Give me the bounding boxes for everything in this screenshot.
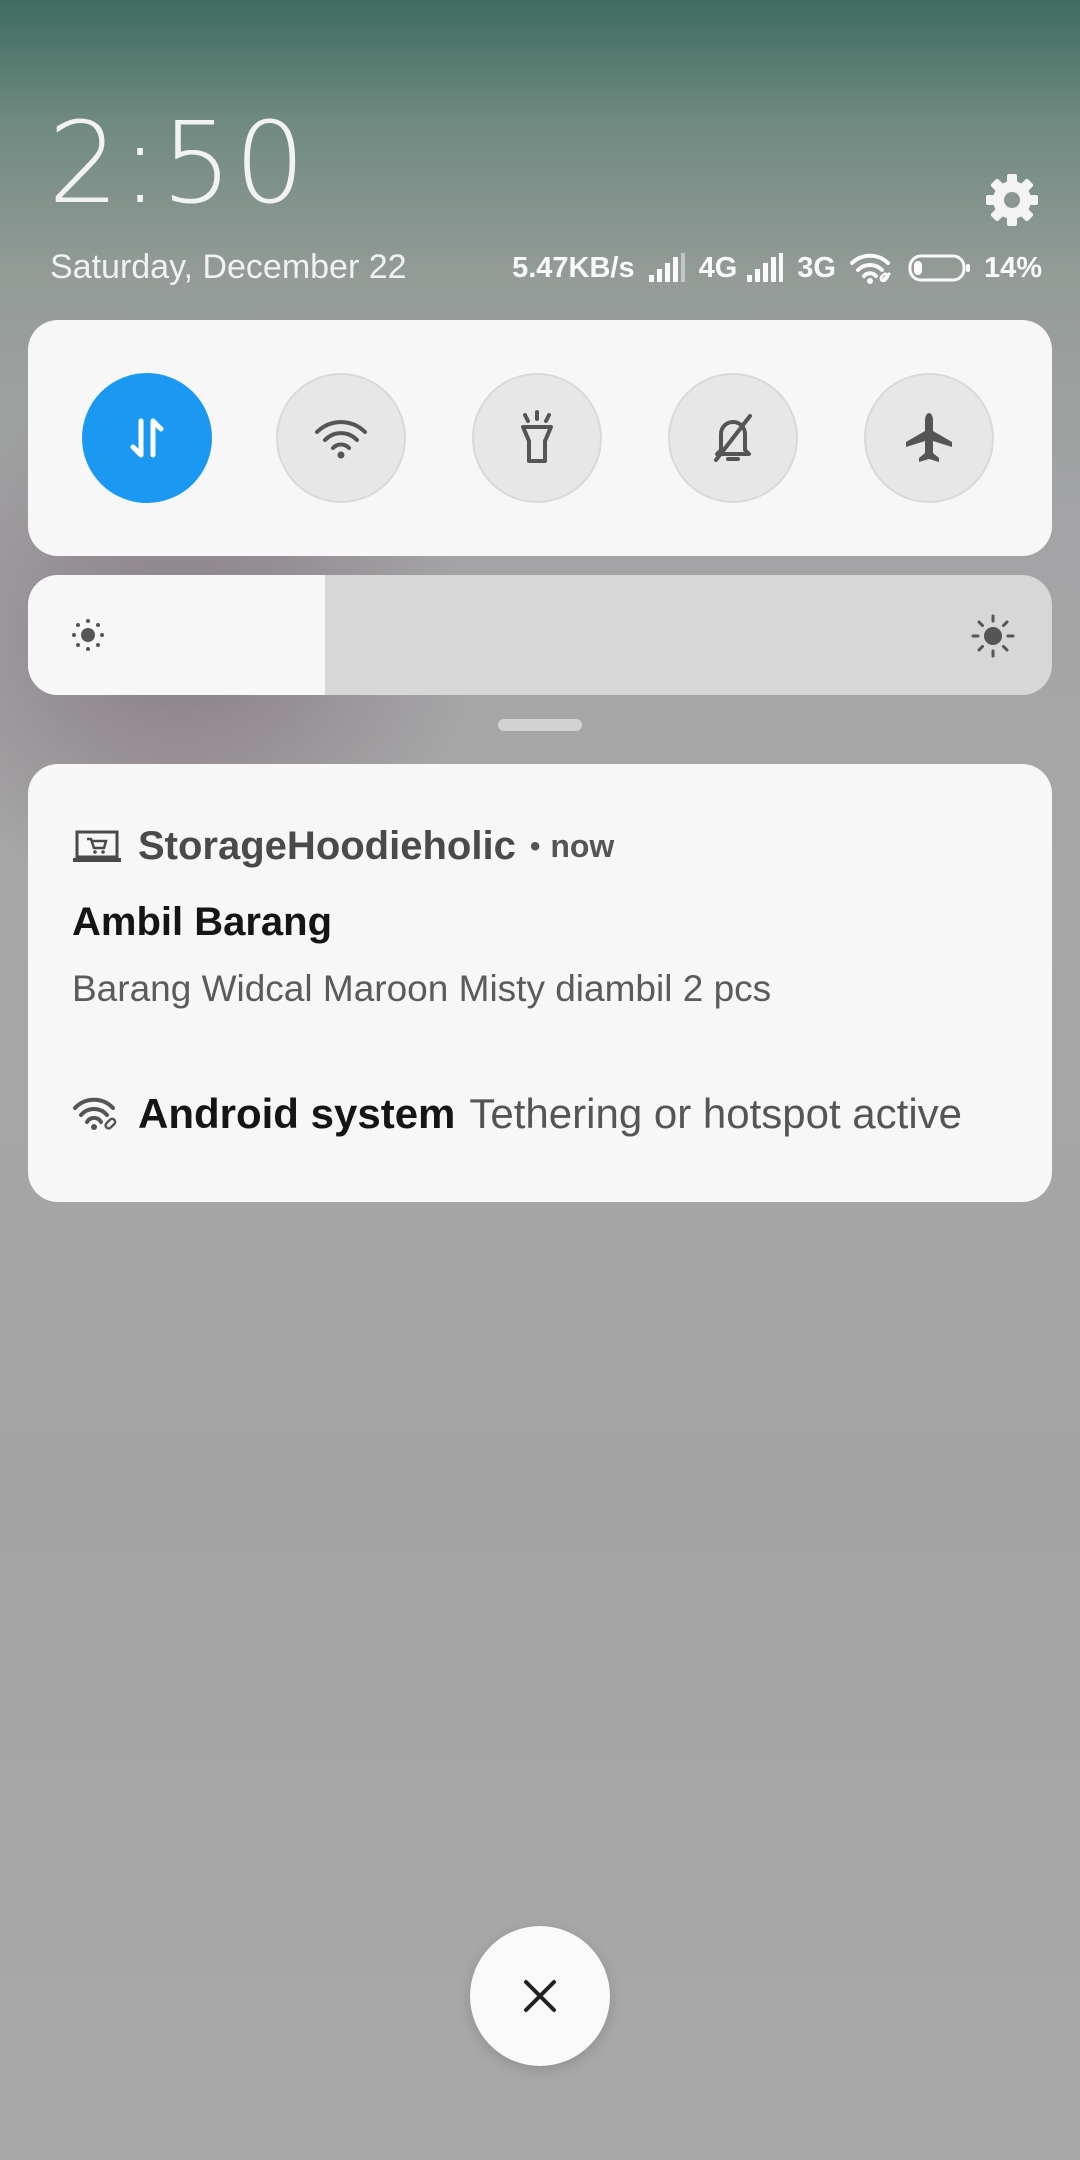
separator-dot: • [529,829,541,863]
network-type-2: 3G [797,251,836,284]
notification-app-name: StorageHoodieholic [138,824,516,868]
notification-body: Barang Widcal Maroon Misty diambil 2 pcs [72,968,772,1009]
network-speed: 5.47KB/s [512,251,635,284]
clear-notifications-button[interactable] [470,1926,610,2066]
battery-percent: 14% [983,251,1042,284]
brightness-slider[interactable] [28,575,1052,695]
network-type-1: 4G [698,251,738,284]
battery-icon [908,254,970,282]
brightness-high-icon [971,614,1015,658]
wifi-hotspot-icon [849,253,892,284]
clock: 2:50 [48,99,308,229]
silent-toggle[interactable] [668,373,798,503]
wifi-icon [315,420,367,459]
notification-card[interactable]: StorageHoodieholic • now Ambil Barang Ba… [28,764,1052,1202]
settings-gear-icon[interactable] [982,170,1042,230]
system-notification[interactable]: Android system Tethering or hotspot acti… [72,1090,962,1138]
signal-icon [747,253,784,282]
notification-header: StorageHoodieholic • now [72,824,614,869]
quick-toggles-panel [28,320,1052,556]
notification-time: now [550,828,615,864]
date: Saturday, December 22 [50,248,407,286]
system-notification-app: Android system [138,1090,456,1137]
wifi-hotspot-icon [73,1097,117,1130]
panel-drag-handle[interactable] [498,719,582,731]
status-bar: 5.47KB/s 4G 3G 14% [512,246,1042,290]
data-arrows-icon [130,418,164,458]
signal-icon [648,253,685,282]
mobile-data-toggle[interactable] [82,373,212,503]
close-icon [524,1980,556,2012]
flashlight-toggle[interactable] [472,373,602,503]
notification-title: Ambil Barang [72,900,333,944]
wifi-toggle[interactable] [276,373,406,503]
flashlight-icon [521,410,553,463]
airplane-icon [906,413,952,462]
laptop-cart-icon [73,830,121,862]
system-notification-text: Tethering or hotspot active [469,1090,963,1137]
airplane-toggle[interactable] [864,373,994,503]
brightness-low-icon [72,619,104,651]
bell-off-icon [714,414,752,462]
